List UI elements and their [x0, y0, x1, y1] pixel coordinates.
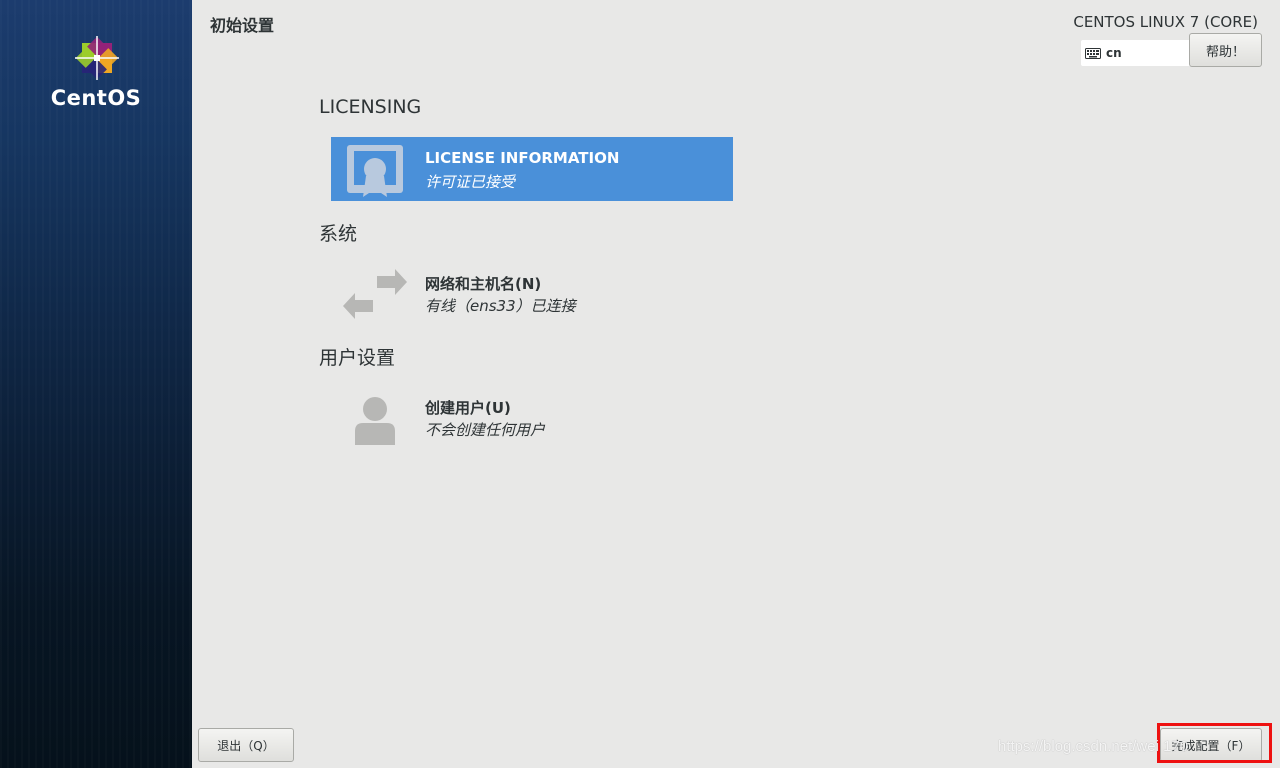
spoke-status: 不会创建任何用户	[425, 421, 546, 439]
spoke-status: 许可证已接受	[425, 173, 516, 191]
spoke-network-hostname[interactable]: 网络和主机名(N) 有线（ens33）已连接	[331, 261, 733, 325]
user-icon	[355, 397, 395, 445]
sidebar-texture	[0, 0, 192, 768]
finish-configuration-button[interactable]: 完成配置（F）	[1160, 728, 1262, 762]
help-button[interactable]: 帮助！	[1189, 33, 1262, 67]
keyboard-icon	[1085, 47, 1101, 59]
spoke-status: 有线（ens33）已连接	[425, 297, 576, 315]
section-title-licensing: LICENSING	[319, 96, 422, 118]
section-title-user-settings: 用户设置	[319, 347, 396, 369]
spoke-title: LICENSE INFORMATION	[425, 149, 620, 167]
centos-logo-icon	[75, 36, 119, 80]
keyboard-layout-label: cn	[1106, 46, 1122, 60]
product-title: CENTOS LINUX 7 (CORE)	[1073, 13, 1258, 31]
spoke-license-information[interactable]: LICENSE INFORMATION 许可证已接受	[331, 137, 733, 201]
keyboard-layout-indicator[interactable]: cn	[1081, 40, 1191, 66]
section-title-system: 系统	[319, 223, 358, 245]
license-icon	[347, 145, 403, 197]
spoke-create-user[interactable]: 创建用户(U) 不会创建任何用户	[331, 385, 733, 449]
brand-name: CentOS	[50, 86, 142, 110]
network-arrows-icon	[343, 269, 407, 319]
page-title: 初始设置	[210, 16, 275, 35]
sidebar: CentOS	[0, 0, 192, 768]
quit-button[interactable]: 退出（Q）	[198, 728, 294, 762]
spoke-title: 创建用户(U)	[425, 399, 511, 417]
spoke-title: 网络和主机名(N)	[425, 275, 542, 293]
